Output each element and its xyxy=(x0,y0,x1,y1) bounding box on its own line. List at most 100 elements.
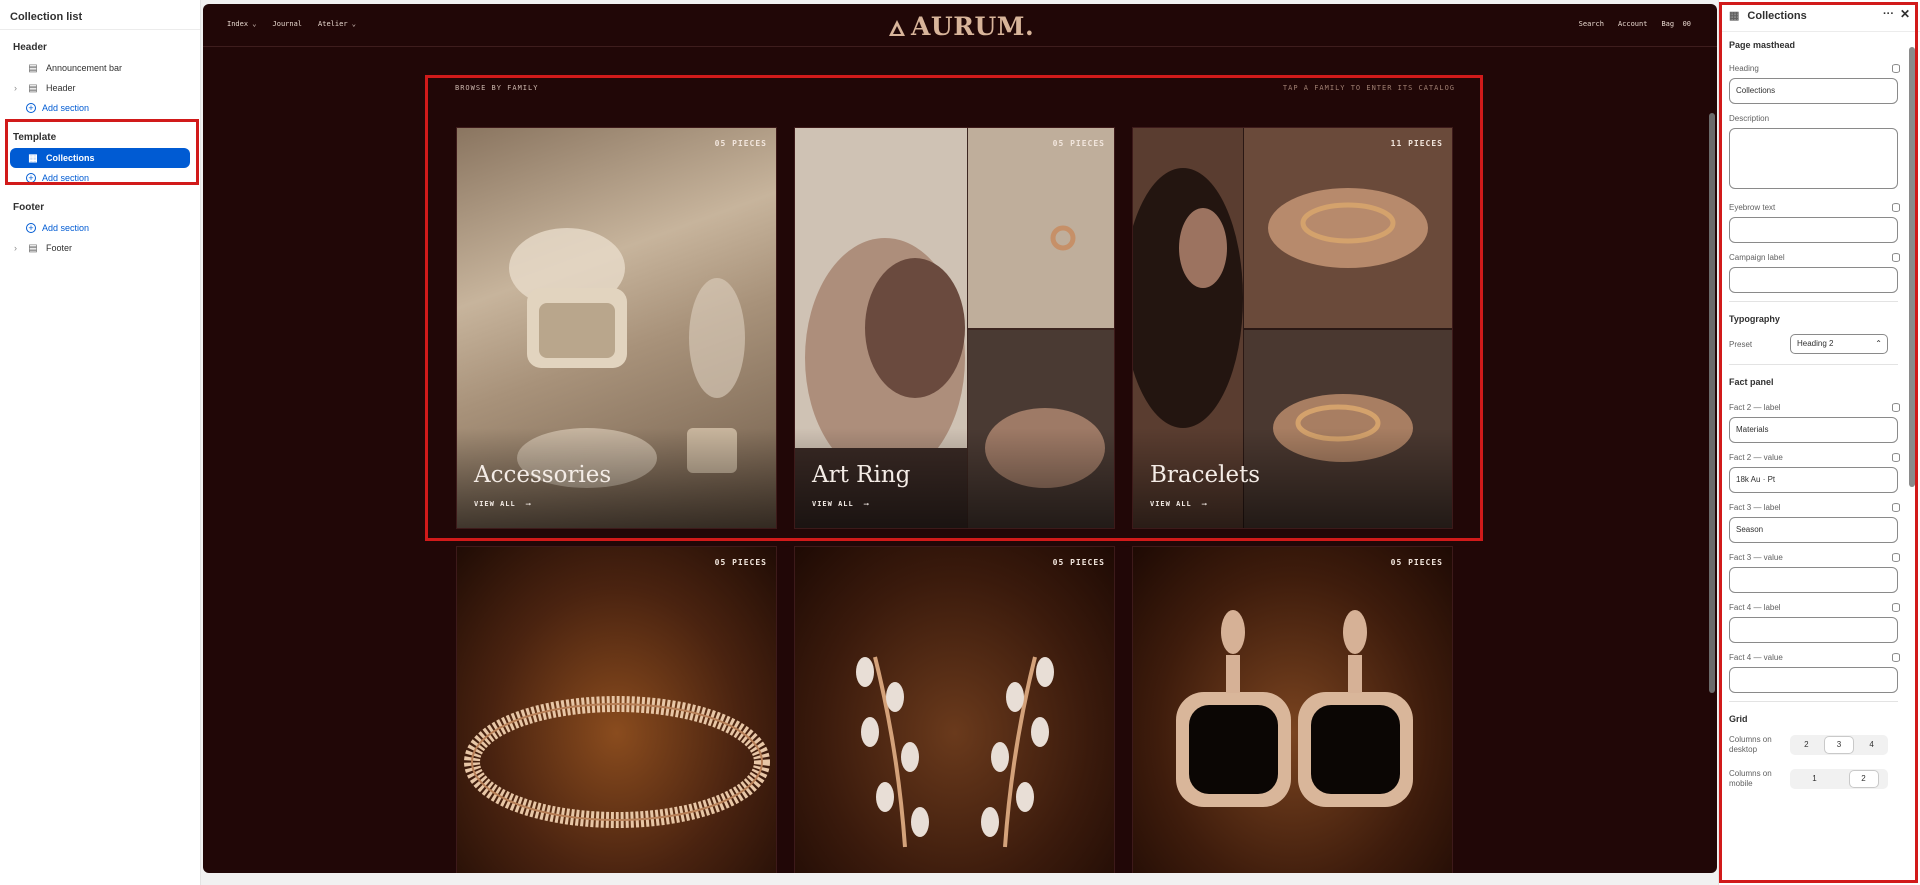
leaf-earrings-image xyxy=(856,656,1054,848)
sidebar-item-collections[interactable]: ▦ Collections xyxy=(10,148,190,168)
card-title: Bracelets xyxy=(1150,462,1261,488)
database-icon[interactable] xyxy=(1892,203,1900,212)
preset-select[interactable]: Heading 2 xyxy=(1790,334,1888,354)
settings-panel: ▦ Collections ··· ✕ Page masthead Headin… xyxy=(1718,0,1920,885)
add-section-button[interactable]: + Add section xyxy=(0,98,200,118)
nav-link-atelier[interactable]: Atelier ⌄ xyxy=(318,20,356,28)
section-header: BROWSE BY FAMILY TAP A FAMILY TO ENTER I… xyxy=(455,84,1455,92)
description-textarea[interactable] xyxy=(1729,128,1898,189)
add-section-button[interactable]: + Add section xyxy=(0,168,200,188)
field-label: Eyebrow text xyxy=(1719,199,1920,217)
card-title: Accessories xyxy=(474,462,612,488)
store-logo[interactable]: AURUM. xyxy=(887,12,1034,41)
nav-link-journal[interactable]: Journal xyxy=(273,20,303,28)
segment-option[interactable]: 1 xyxy=(1801,771,1829,787)
panel-scrollbar[interactable] xyxy=(1908,32,1916,877)
grid-icon: ▦ xyxy=(1729,10,1740,22)
card-count: 05 PIECES xyxy=(714,558,767,567)
database-icon[interactable] xyxy=(1892,553,1900,562)
database-icon[interactable] xyxy=(1892,64,1900,73)
close-icon[interactable]: ✕ xyxy=(1900,7,1910,21)
layout-icon: ▤ xyxy=(28,242,38,254)
fact4-label-input[interactable] xyxy=(1729,617,1898,643)
heading-input[interactable]: Collections xyxy=(1729,78,1898,104)
field-label: Fact 3 — label xyxy=(1719,499,1920,517)
cols-desktop-row: Columns on desktop 2 3 4 xyxy=(1719,728,1920,762)
sidebar-item-announcement-bar[interactable]: ▤ Announcement bar xyxy=(0,58,200,78)
fact3-label-input[interactable]: Season xyxy=(1729,517,1898,543)
sidebar-item-label: Header xyxy=(46,83,76,93)
section-title-typography: Typography xyxy=(1729,314,1780,324)
scrollbar-thumb[interactable] xyxy=(1909,47,1915,487)
grid-icon: ▦ xyxy=(28,152,38,164)
segment-option[interactable]: 2 xyxy=(1792,737,1820,753)
panel-title: Collections xyxy=(1747,9,1807,22)
collection-card[interactable]: 05 PIECES xyxy=(794,546,1115,873)
group-footer-label: Footer xyxy=(13,202,45,213)
layout-icon: ▤ xyxy=(28,62,38,74)
view-all-link[interactable]: VIEW ALL ⟶ xyxy=(812,500,869,508)
card-title: Art Ring xyxy=(812,462,911,488)
sidebar-item-label: Announcement bar xyxy=(46,63,123,73)
section-title-grid: Grid xyxy=(1729,714,1748,724)
database-icon[interactable] xyxy=(1892,403,1900,412)
add-section-label: Add section xyxy=(42,223,90,233)
add-section-button[interactable]: + Add section xyxy=(0,218,200,238)
sidebar-title: Collection list xyxy=(0,0,200,30)
nav-link-bag[interactable]: Bag 00 xyxy=(1661,20,1691,28)
segment-option[interactable]: 4 xyxy=(1858,737,1886,753)
preview-scrollbar[interactable] xyxy=(1709,113,1715,693)
view-all-link[interactable]: VIEW ALL ⟶ xyxy=(474,500,531,508)
view-all-link[interactable]: VIEW ALL ⟶ xyxy=(1150,500,1207,508)
database-icon[interactable] xyxy=(1892,453,1900,462)
sidebar-item-header[interactable]: › ▤ Header xyxy=(0,78,200,98)
collection-card[interactable]: 05 PIECES xyxy=(1132,546,1453,873)
cols-desktop-segmented[interactable]: 2 3 4 xyxy=(1790,735,1888,755)
sidebar-item-footer[interactable]: › ▤ Footer xyxy=(0,238,200,258)
group-template-label: Template xyxy=(13,132,57,143)
field-label: Description xyxy=(1729,114,1770,123)
database-icon[interactable] xyxy=(1892,653,1900,662)
card-count: 11 PIECES xyxy=(1390,139,1443,148)
campaign-input[interactable] xyxy=(1729,267,1898,293)
sidebar-item-label: Footer xyxy=(46,243,73,253)
preset-row: Preset Heading 2 xyxy=(1719,332,1920,356)
field-label: Columns on desktop xyxy=(1729,735,1772,754)
collection-card[interactable]: 05 PIECES Art Ring VIEW ALL ⟶ xyxy=(794,127,1115,529)
field-label: Fact 4 — value xyxy=(1719,649,1920,667)
field-label: Preset xyxy=(1729,339,1753,349)
plus-circle-icon: + xyxy=(26,223,36,233)
database-icon[interactable] xyxy=(1892,253,1900,262)
fact3-value-input[interactable] xyxy=(1729,567,1898,593)
sidebar-item-label: Collections xyxy=(46,153,95,163)
add-section-label: Add section xyxy=(42,173,90,183)
eyebrow-input[interactable] xyxy=(1729,217,1898,243)
plus-circle-icon: + xyxy=(26,173,36,183)
more-icon[interactable]: ··· xyxy=(1883,8,1894,20)
fact2-value-input[interactable]: 18k Au · Pt xyxy=(1729,467,1898,493)
cols-mobile-segmented[interactable]: 1 2 xyxy=(1790,769,1888,789)
nav-link-search[interactable]: Search xyxy=(1579,20,1604,28)
fact2-label-input[interactable]: Materials xyxy=(1729,417,1898,443)
plus-circle-icon: + xyxy=(26,103,36,113)
section-eyebrow: BROWSE BY FAMILY xyxy=(455,84,539,92)
segment-option-selected[interactable]: 3 xyxy=(1824,737,1853,753)
collection-card[interactable]: 05 PIECES xyxy=(456,546,777,873)
field-label: Fact 4 — label xyxy=(1719,599,1920,617)
card-count: 05 PIECES xyxy=(1390,558,1443,567)
chevron-right-icon[interactable]: › xyxy=(14,243,26,253)
logo-mark-icon xyxy=(889,20,905,36)
cols-mobile-row: Columns on mobile 1 2 xyxy=(1719,762,1920,796)
card-count: 05 PIECES xyxy=(1052,139,1105,148)
database-icon[interactable] xyxy=(1892,503,1900,512)
fact4-value-input[interactable] xyxy=(1729,667,1898,693)
collection-card[interactable]: 05 PIECES Accessories VIEW ALL ⟶ xyxy=(456,127,777,529)
field-label: Fact 2 — label xyxy=(1719,399,1920,417)
nav-link-index[interactable]: Index ⌄ xyxy=(227,20,257,28)
database-icon[interactable] xyxy=(1892,603,1900,612)
chevron-right-icon[interactable]: › xyxy=(14,83,26,93)
nav-link-account[interactable]: Account xyxy=(1618,20,1648,28)
collection-card[interactable]: 11 PIECES Bracelets VIEW ALL ⟶ xyxy=(1132,127,1453,529)
section-hint: TAP A FAMILY TO ENTER ITS CATALOG xyxy=(1282,84,1455,92)
segment-option-selected[interactable]: 2 xyxy=(1849,771,1878,787)
